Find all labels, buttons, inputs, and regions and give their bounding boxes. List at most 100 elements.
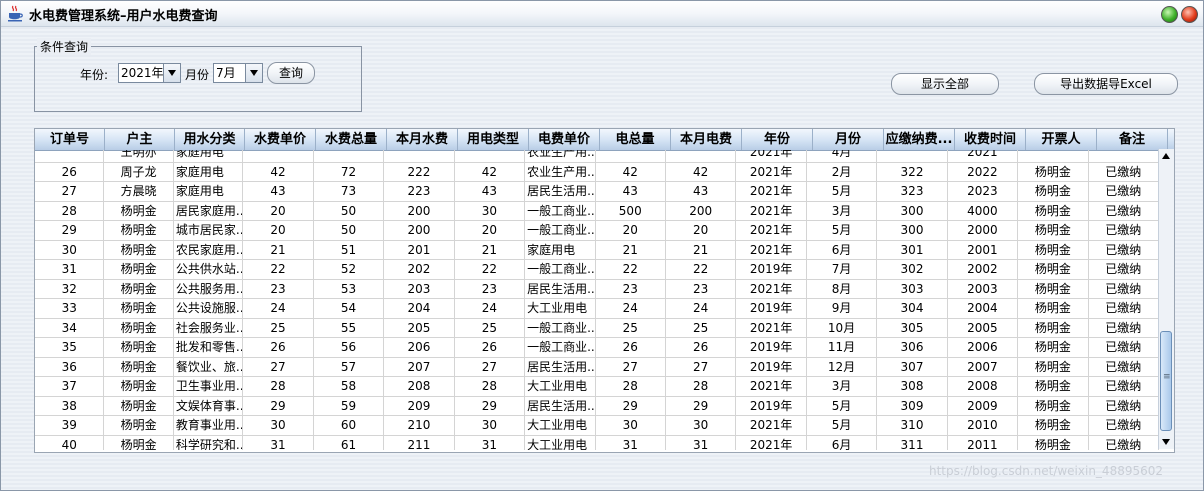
table-row[interactable]: 35 杨明金 批发和零售... 26 56 206 26 一般工商业... 26 26 2019年 1… [35,338,1159,358]
table-cell: 55 [314,318,385,338]
table-cell: 10月 [807,318,878,338]
vertical-scrollbar[interactable] [1158,149,1174,449]
month-select[interactable]: 7月 [213,63,263,83]
table-cell: 306 [877,338,948,357]
column-header[interactable]: 户主 [105,129,175,150]
column-header[interactable]: 用电类型 [458,129,529,150]
table-cell: 25 [455,318,526,338]
table-row[interactable]: 26 周子龙 家庭用电 42 72 222 42 农业生产用... 42 42 2021年 2月 322… [35,162,1159,182]
scroll-down-icon[interactable] [1159,434,1174,449]
table-cell: 杨明金 [1018,338,1089,357]
table-row[interactable]: 28 杨明金 居民家庭用... 20 50 200 30 一般工商业... 500 200 2021… [35,201,1159,221]
table-cell: 26 [596,338,666,357]
column-header[interactable]: 月份 [813,129,884,150]
table-row[interactable]: 36 杨明金 餐饮业、旅... 27 57 207 27 居民生活用... 27 27 2019年 1… [35,357,1159,377]
column-header[interactable]: 本月电费 [671,129,742,150]
table-cell: 2009 [948,396,1019,416]
table-cell: 29 [35,221,105,240]
app-window: 水电费管理系统–用户水电费查询 条件查询 年份: 2021年 月份 7月 查询 … [0,0,1204,491]
java-cup-icon [8,5,23,22]
table-cell: 卫生事业用... [174,377,244,396]
table-cell: 322 [877,162,948,182]
table-cell: 200 [384,221,455,240]
table-row[interactable]: 39 杨明金 教育事业用... 30 60 210 30 大工业用电 30 30 2021年 5月 31… [35,416,1159,436]
show-all-button[interactable]: 显示全部 [891,73,999,95]
table-cell: 2021年 [736,318,807,338]
column-header[interactable]: 备注 [1097,129,1168,150]
table-cell: 城市居民家... [174,221,244,240]
table-cell [243,150,314,162]
window-title: 水电费管理系统–用户水电费查询 [29,9,218,24]
column-header[interactable]: 开票人 [1026,129,1097,150]
table-cell: 杨明金 [1018,416,1089,435]
table-cell: 居民家庭用... [174,201,244,221]
table-cell: 208 [384,377,455,396]
close-button[interactable] [1181,6,1198,23]
table-cell: 杨明金 [1018,396,1089,416]
minimize-button[interactable] [1161,6,1178,23]
column-header[interactable]: 年份 [742,129,813,150]
chevron-down-icon[interactable] [245,64,262,82]
table-cell: 302 [877,260,948,279]
table-row[interactable]: 27 方晨晓 家庭用电 43 73 223 43 居民生活用... 43 43 2021年 5月 323… [35,182,1159,202]
table-cell: 杨明金 [1018,221,1089,240]
table-row[interactable]: 31 杨明金 公共供水站... 22 52 202 22 一般工商业... 22 22 2019年 7… [35,260,1159,280]
column-header[interactable]: 水费总量 [316,129,387,150]
title-bar: 水电费管理系统–用户水电费查询 [1,1,1203,27]
table-cell: 2019年 [736,299,807,318]
chevron-down-icon[interactable] [163,64,180,82]
table-cell: 201 [384,240,455,260]
table-cell: 2011 [948,435,1019,450]
column-header[interactable]: 电总量 [600,129,671,150]
table-row[interactable]: 37 杨明金 卫生事业用... 28 58 208 28 大工业用电 28 28 2021年 3月 30… [35,377,1159,397]
table-cell: 36 [35,357,105,377]
table-cell: 已缴纳 [1089,299,1159,318]
table-row[interactable]: 29 杨明金 城市居民家... 20 50 200 20 一般工商业... 20 20 2021年 5… [35,221,1159,241]
column-header[interactable]: 水费单价 [245,129,316,150]
table-cell: 已缴纳 [1089,260,1159,279]
table-cell: 31 [35,260,105,279]
table-cell: 53 [314,279,385,299]
query-button[interactable]: 查询 [267,62,315,84]
table-cell: 杨明金 [104,201,174,221]
scroll-up-icon[interactable] [1159,149,1174,164]
table-cell: 杨明金 [104,416,174,435]
table-cell: 2021年 [736,377,807,396]
table-body[interactable]: 王明亦 家庭用电 农业生产用... 2021年 4月 2021 26 周子龙 家庭用电 42 72 2… [35,150,1159,450]
table-cell: 31 [666,435,737,450]
table-cell: 21 [666,240,737,260]
column-header[interactable]: 用水分类 [175,129,245,150]
table-cell: 205 [384,318,455,338]
column-header[interactable]: 订单号 [35,129,105,150]
table-cell: 29 [455,396,526,416]
table-cell: 已缴纳 [1089,377,1159,396]
table-cell: 王明亦 [104,150,174,162]
scroll-thumb[interactable] [1160,331,1172,431]
table-cell: 308 [877,377,948,396]
table-row[interactable]: 34 杨明金 社会服务业... 25 55 205 25 一般工商业... 25 25 2021年 1… [35,318,1159,338]
table-row[interactable]: 33 杨明金 公共设施服... 24 54 204 24 大工业用电 24 24 2019年 9月 30… [35,299,1159,319]
table-row[interactable]: 38 杨明金 文娱体育事... 29 59 209 29 居民生活用... 29 29 2019年 5… [35,396,1159,416]
table-cell: 2019年 [736,260,807,279]
table-row[interactable]: 40 杨明金 科学研究和... 31 61 211 31 大工业用电 31 31 2021年 6月 31… [35,435,1159,450]
year-select[interactable]: 2021年 [118,63,181,83]
table-cell: 22 [596,260,666,279]
table-cell: 方晨晓 [104,182,174,201]
table-cell: 21 [243,240,314,260]
data-table[interactable]: 订单号 户主 用水分类 水费单价 水费总量 本月水费 用电类型 电费单价 电总量 本月电费 年份 月份… [34,128,1175,453]
table-cell: 310 [877,416,948,435]
table-cell: 大工业用电 [525,416,596,435]
table-row[interactable]: 王明亦 家庭用电 农业生产用... 2021年 4月 2021 [35,150,1159,163]
column-header[interactable]: 应缴纳费... [884,129,955,150]
table-row[interactable]: 30 杨明金 农民家庭用... 21 51 201 21 家庭用电 21 21 2021年 6月 301… [35,240,1159,260]
table-cell: 33 [35,299,105,318]
table-cell: 21 [596,240,666,260]
table-row[interactable]: 32 杨明金 公共服务用... 23 53 203 23 居民生活用... 23 23 2021年 8… [35,279,1159,299]
column-header[interactable]: 电费单价 [529,129,600,150]
table-cell: 批发和零售... [174,338,244,357]
export-excel-button[interactable]: 导出数据导Excel [1034,73,1178,95]
column-header[interactable]: 收费时间 [955,129,1026,150]
table-cell: 一般工商业... [525,318,596,338]
table-cell: 23 [455,279,526,299]
column-header[interactable]: 本月水费 [387,129,458,150]
